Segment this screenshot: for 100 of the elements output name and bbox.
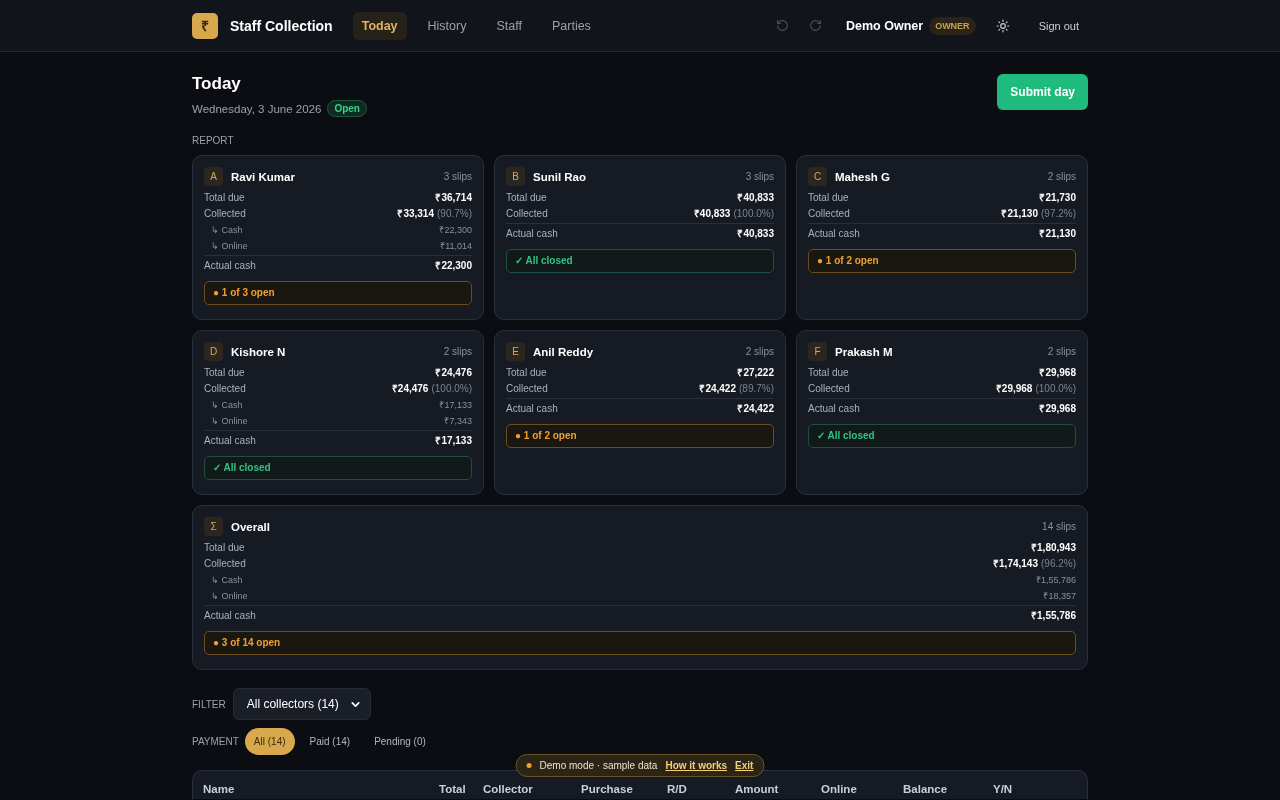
collector-name: Mahesh G: [835, 170, 891, 183]
row-value: ₹24,476: [435, 367, 472, 379]
row-value: ₹27,222: [737, 367, 774, 379]
row-label: Total due: [204, 542, 245, 554]
row-value: ₹29,968: [1039, 402, 1076, 415]
row-value: ₹1,55,786: [1035, 574, 1076, 586]
nav-tab[interactable]: History: [418, 11, 476, 40]
row-value: ₹17,133: [439, 399, 472, 411]
how-it-works-link[interactable]: How it works: [665, 760, 728, 771]
row-value: ₹36,714: [435, 192, 472, 204]
row-value: ₹29,968: [995, 383, 1033, 395]
row-percent: (100.0%): [733, 208, 774, 220]
slip-count: 14 slips: [1042, 521, 1076, 532]
row-label: Actual cash: [808, 402, 860, 415]
status-banner: ✓ All closed: [204, 456, 472, 480]
row-value: ₹21,130: [1001, 208, 1038, 220]
collector-select[interactable]: All collectors (14): [232, 688, 371, 720]
row-label: Actual cash: [506, 402, 558, 415]
row-label: Total due: [506, 192, 547, 204]
status-banner: ● 1 of 3 open: [204, 281, 472, 305]
payment-filter-pill[interactable]: All (14): [244, 728, 295, 755]
row-label: ↳ Online: [210, 240, 248, 252]
nav-tab[interactable]: Today: [352, 11, 407, 40]
row-label: Collected: [808, 208, 850, 220]
slip-count: 2 slips: [1047, 346, 1076, 357]
row-value: ₹21,730: [1039, 192, 1076, 204]
row-percent: (90.7%): [437, 208, 472, 220]
avatar: C: [808, 167, 827, 186]
status-banner: ✓ All closed: [506, 249, 774, 273]
user-name: Demo Owner: [846, 18, 924, 33]
payment-filter-pill[interactable]: Pending (0): [365, 728, 435, 755]
slip-count: 2 slips: [1047, 171, 1076, 182]
row-label: Actual cash: [204, 434, 256, 447]
row-label: Actual cash: [506, 227, 558, 240]
payment-filter-pill[interactable]: Paid (14): [300, 728, 360, 755]
section-label: REPORT: [192, 135, 235, 147]
row-label: Collected: [204, 383, 246, 395]
column-header: Balance: [903, 782, 949, 796]
row-label: ↳ Cash: [210, 399, 243, 411]
slip-count: 3 slips: [745, 171, 774, 182]
status-dot-icon: [526, 763, 532, 768]
status-banner: ● 1 of 2 open: [808, 249, 1076, 273]
sun-icon[interactable]: [995, 18, 1010, 33]
row-label: Actual cash: [808, 227, 860, 240]
row-percent: (100.0%): [431, 383, 472, 395]
date: Wednesday, 3 June 2026: [192, 102, 322, 115]
column-header: Y/N: [993, 782, 1014, 796]
avatar: E: [506, 342, 525, 361]
row-label: Collected: [204, 558, 246, 570]
redo-icon[interactable]: [809, 19, 822, 32]
column-header: Amount: [735, 782, 780, 796]
slip-count: 3 slips: [443, 171, 472, 182]
row-value: ₹1,55,786: [1031, 609, 1076, 622]
exit-link[interactable]: Exit: [735, 760, 754, 771]
row-label: Collected: [506, 208, 548, 220]
row-value: ₹17,133: [435, 434, 472, 447]
collector-name: Sunil Rao: [533, 170, 588, 183]
nav-tab[interactable]: Staff: [487, 11, 531, 40]
nav-tab[interactable]: Parties: [542, 11, 600, 40]
row-label: Collected: [204, 208, 246, 220]
row-value: ₹1,74,143: [993, 558, 1038, 570]
row-label: Total due: [204, 367, 245, 379]
row-percent: (100.0%): [1035, 383, 1076, 395]
row-value: ₹22,300: [435, 259, 472, 272]
column-header: R/D: [667, 782, 688, 796]
column-header: Online: [821, 782, 858, 796]
row-label: Total due: [204, 192, 245, 204]
row-label: ↳ Online: [210, 415, 248, 427]
row-percent: (89.7%): [739, 383, 774, 395]
row-value: ₹33,314: [397, 208, 434, 220]
row-value: ₹24,476: [391, 383, 429, 395]
row-value: ₹22,300: [439, 224, 472, 236]
role-badge: OWNER: [929, 16, 976, 35]
undo-icon[interactable]: [776, 19, 789, 32]
row-value: ₹11,014: [440, 240, 472, 252]
row-percent: (96.2%): [1041, 558, 1076, 570]
row-value: ₹29,968: [1039, 367, 1076, 379]
status-banner: ● 1 of 2 open: [506, 424, 774, 448]
sign-out-button[interactable]: Sign out: [1029, 13, 1088, 38]
slip-count: 2 slips: [443, 346, 472, 357]
payment-label: PAYMENT: [192, 736, 239, 747]
column-header: Total: [439, 782, 467, 796]
row-label: ↳ Online: [210, 590, 248, 602]
status-banner: ● 3 of 14 open: [204, 631, 1076, 655]
row-value: ₹1,80,943: [1031, 542, 1076, 554]
row-label: Total due: [808, 367, 849, 379]
demo-text: Demo mode · sample data: [539, 760, 658, 771]
app-title: Staff Collection: [230, 17, 333, 34]
row-value: ₹40,833: [737, 227, 774, 240]
row-label: ↳ Cash: [210, 224, 243, 236]
slip-count: 2 slips: [745, 346, 774, 357]
row-value: ₹18,357: [1043, 590, 1076, 602]
page-title: Today: [192, 74, 242, 94]
avatar: F: [808, 342, 827, 361]
avatar: A: [204, 167, 223, 186]
collector-name: Anil Reddy: [533, 345, 595, 358]
avatar: B: [506, 167, 525, 186]
row-value: ₹7,343: [444, 415, 472, 427]
avatar: Σ: [204, 517, 223, 536]
row-value: ₹24,422: [737, 402, 774, 415]
